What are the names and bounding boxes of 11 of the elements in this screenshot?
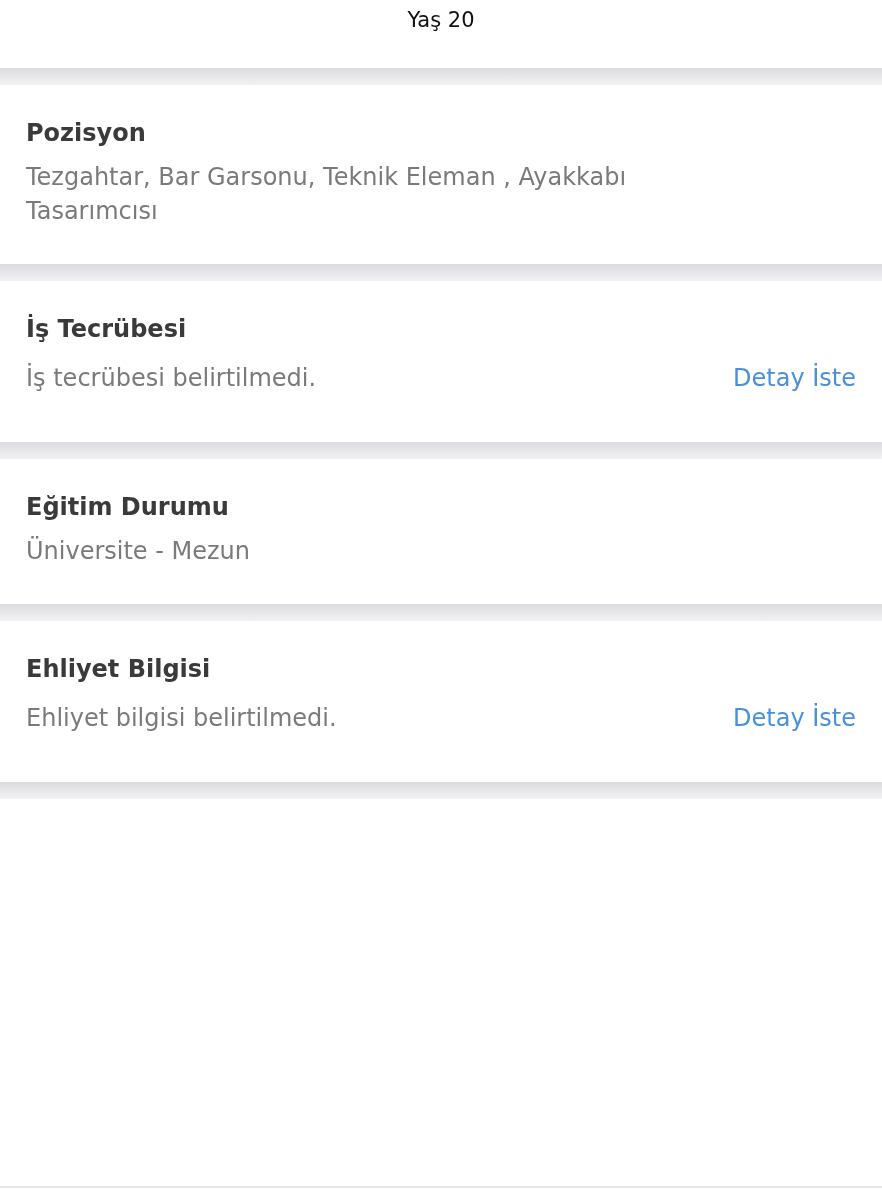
section-title: İş Tecrübesi bbox=[26, 315, 188, 344]
age-text: Yaş 20 bbox=[407, 8, 475, 34]
section-title: Eğitim Durumu bbox=[26, 492, 230, 521]
section-text: Ehliyet bilgisi belirtilmedi. bbox=[26, 703, 337, 735]
request-detail-link[interactable]: Detay İste bbox=[733, 704, 856, 733]
section-text: Tezgahtar, Bar Garsonu, Teknik Eleman , Ayakkabı Tasarımcısı bbox=[26, 162, 628, 227]
section-text: Üniversite - Mezun bbox=[26, 535, 251, 567]
section-text: İş tecrübesi belirtilmedi. bbox=[26, 362, 317, 395]
request-detail-link[interactable]: Detay İste bbox=[733, 364, 856, 393]
section-title: Pozisyon bbox=[26, 119, 147, 147]
section-title: Ehliyet Bilgisi bbox=[26, 655, 212, 684]
